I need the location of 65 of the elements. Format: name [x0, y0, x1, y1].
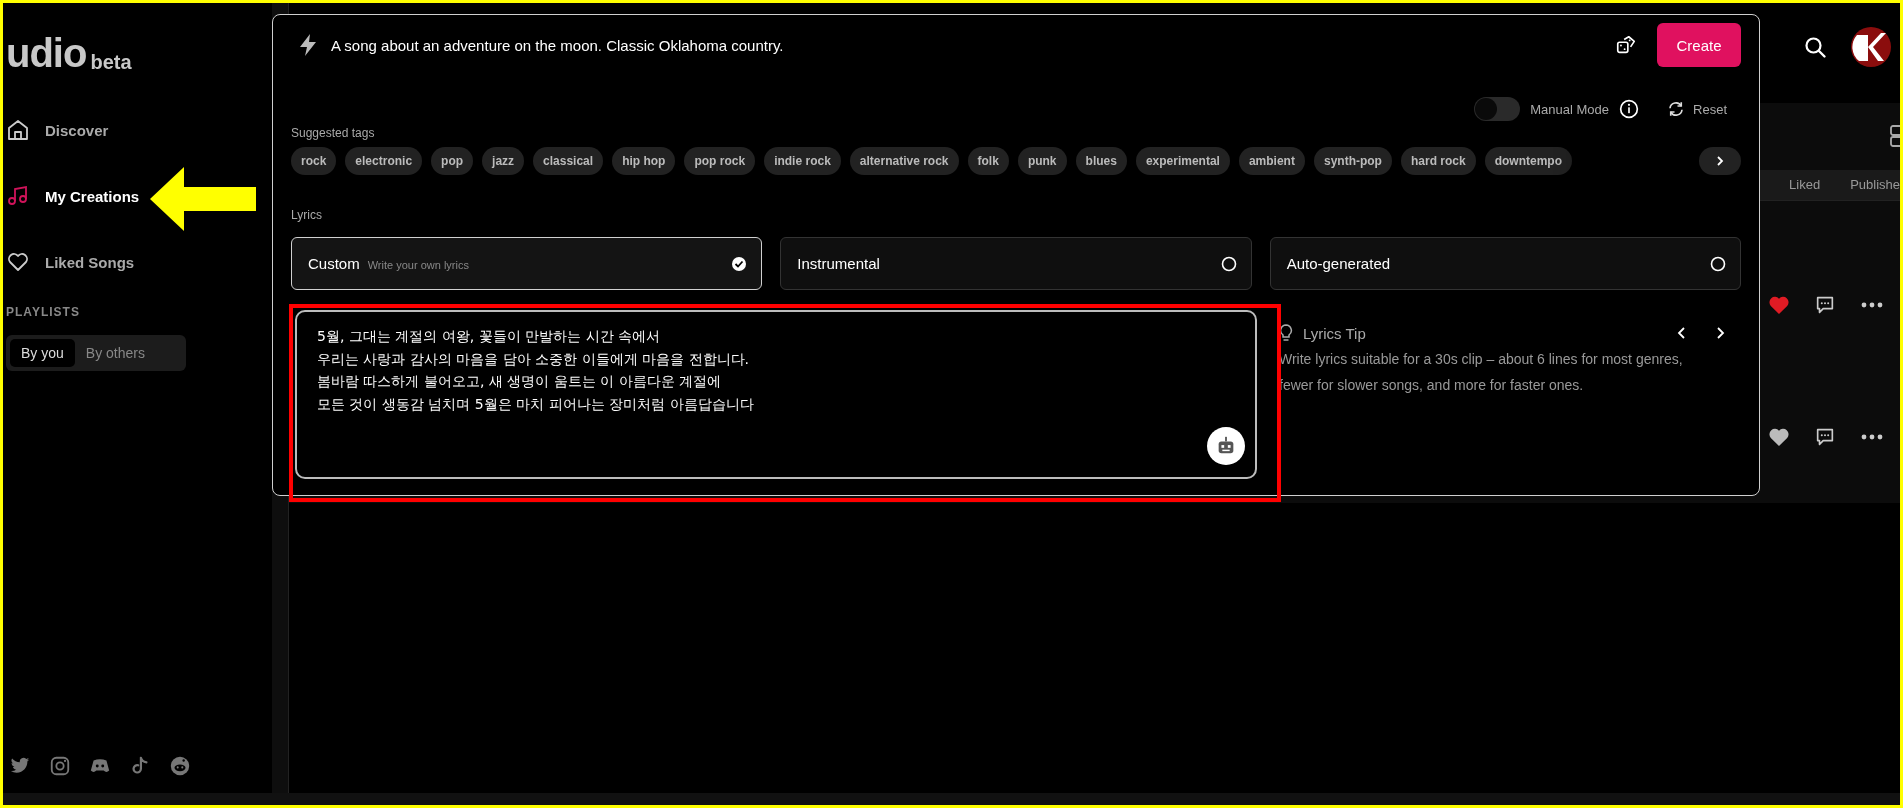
- tag-chip[interactable]: ambient: [1238, 147, 1305, 175]
- next-button[interactable]: [1699, 147, 1741, 175]
- tag-chip[interactable]: hip hop: [612, 147, 676, 175]
- option-card[interactable]: Instrumental: [780, 237, 1252, 290]
- tag-chip[interactable]: electronic: [345, 147, 423, 175]
- comment-icon[interactable]: [1814, 294, 1836, 316]
- info-icon[interactable]: [1619, 99, 1640, 119]
- camera-icon[interactable]: [49, 755, 71, 777]
- option-label: Auto-generated: [1286, 255, 1391, 272]
- tag-chip[interactable]: experimental: [1135, 147, 1230, 175]
- comment-icon[interactable]: [1814, 426, 1836, 448]
- tag-chip[interactable]: indie rock: [764, 147, 841, 175]
- radio-icon[interactable]: [1220, 255, 1237, 272]
- check-circle-icon[interactable]: [731, 255, 748, 272]
- reset-button[interactable]: Reset: [1661, 99, 1733, 119]
- refresh-icon: [1667, 100, 1686, 118]
- more-icon[interactable]: [1860, 301, 1884, 309]
- option-label: Custom: [308, 255, 360, 272]
- option-card[interactable]: Custom Write your own lyrics: [291, 237, 763, 290]
- home-icon: [6, 118, 30, 142]
- option-hint: Write your own lyrics: [367, 259, 469, 271]
- tag-chip[interactable]: downtempo: [1484, 147, 1572, 175]
- tab[interactable]: Liked: [1789, 177, 1821, 193]
- nav-item[interactable]: Liked Songs: [6, 229, 272, 295]
- nav-item[interactable]: My Creations: [6, 163, 272, 229]
- section-heading: Lyrics: [291, 208, 323, 222]
- tag-chip[interactable]: blues: [1075, 147, 1127, 175]
- dice-icon[interactable]: [1615, 34, 1637, 56]
- logo-tag: beta: [90, 51, 132, 73]
- prompt-field[interactable]: A song about an adventure on the moon. Classic Oklahoma country.: [331, 36, 1603, 54]
- alien-face-icon[interactable]: [169, 755, 191, 777]
- nav-item[interactable]: Discover: [6, 97, 272, 163]
- tag-chip[interactable]: pop: [431, 147, 474, 175]
- tag-chip[interactable]: alternative rock: [849, 147, 959, 175]
- section-heading: Suggested tags: [291, 126, 375, 140]
- tip-title: Lyrics Tip: [1303, 324, 1366, 342]
- tag-chip[interactable]: rock: [291, 147, 337, 175]
- more-icon[interactable]: [1860, 433, 1884, 441]
- lyrics-field[interactable]: 5월, 그대는 계절의 여왕, 꽃들이 만발하는 시간 속에서 우리는 사랑과 감사의 마음을 담아 소중한 이들에게 마음을 전합니다. 봄바람 따스하게 불어오고, 새 생명이 움트는 이 아름다운 계절에 모든 것이 생동감 넘치며 5월은 마치 피어나는 장미처럼 아름답습니다: [295, 310, 1257, 479]
- tag-chip[interactable]: pop rock: [684, 147, 756, 175]
- chevron-right-icon: [1714, 155, 1726, 167]
- logo[interactable]: udio: [6, 33, 87, 73]
- tag-chip[interactable]: hard rock: [1400, 147, 1476, 175]
- tab[interactable]: By others: [74, 339, 156, 367]
- create-button[interactable]: Create: [1657, 23, 1741, 67]
- toggle-label: Manual Mode: [1530, 101, 1610, 117]
- heart-icon[interactable]: [1768, 427, 1790, 447]
- avatar-icon[interactable]: [1851, 27, 1891, 67]
- option-label: Instrumental: [797, 255, 880, 272]
- tag-chip[interactable]: folk: [967, 147, 1009, 175]
- option-card[interactable]: Auto-generated: [1269, 237, 1741, 290]
- heart-icon: [6, 250, 30, 274]
- tag-chip[interactable]: punk: [1017, 147, 1067, 175]
- music-note-icon: [6, 184, 30, 208]
- tab[interactable]: By you: [10, 339, 75, 367]
- toggle-switch[interactable]: [1474, 97, 1521, 121]
- light-bulb-icon: [1279, 324, 1293, 342]
- tab[interactable]: Publishe: [1850, 177, 1900, 193]
- tag-chip[interactable]: synth-pop: [1313, 147, 1392, 175]
- tag-chip[interactable]: classical: [533, 147, 604, 175]
- section-heading: PLAYLISTS: [6, 305, 81, 319]
- tag-chip[interactable]: jazz: [482, 147, 525, 175]
- search-icon[interactable]: [1803, 35, 1827, 59]
- radio-icon[interactable]: [1710, 255, 1726, 272]
- lightning-icon: [297, 33, 319, 57]
